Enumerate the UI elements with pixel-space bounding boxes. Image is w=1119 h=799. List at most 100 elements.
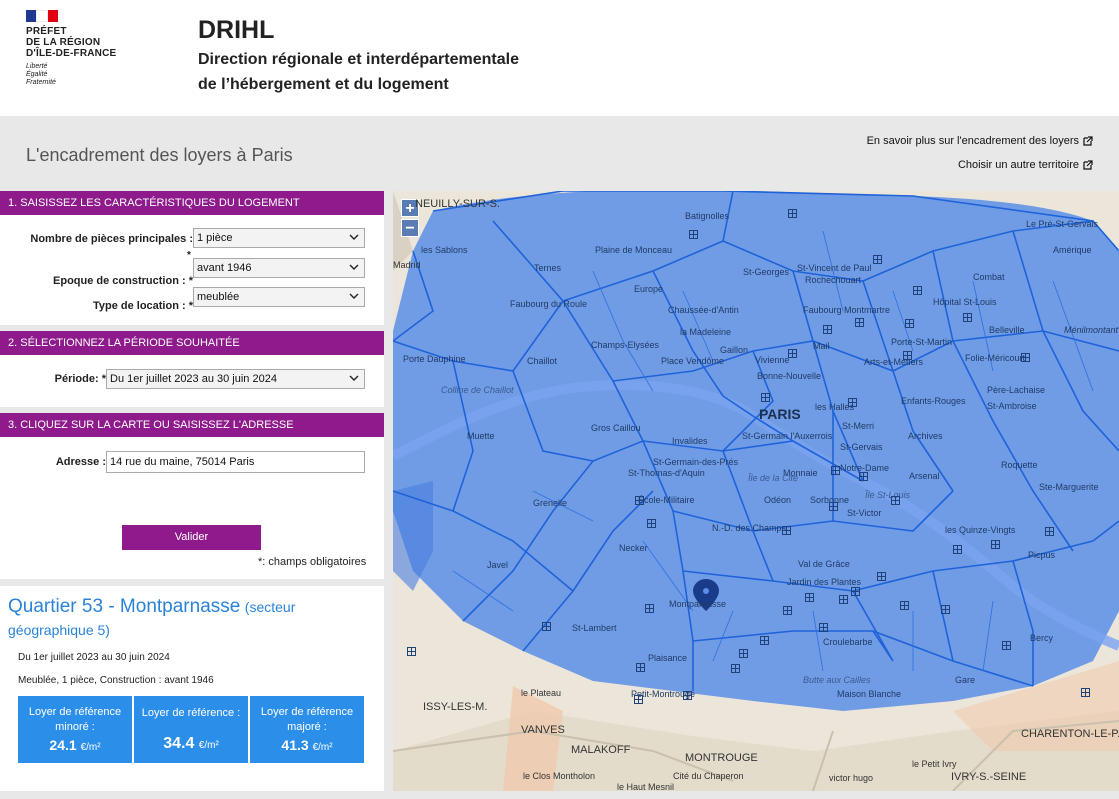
map-poi-icon [1045,527,1054,536]
map-label-madrid: Madrid [393,260,421,270]
map-poi-icon [1021,353,1030,362]
map-label-clos-montholon: le Clos Montholon [523,771,596,781]
map-label-menilmontant: Ménilmontant [1064,325,1119,335]
map-label-charenton: CHARENTON-LE-P. [1021,728,1119,740]
map-label-hopital-st-louis: Hôpital St-Louis [933,297,997,307]
map-poi-icon [634,695,643,704]
map-label-butte-cailles: Butte aux Cailles [803,675,871,685]
external-link-icon [1083,160,1093,170]
map-label-petit-ivry: le Petit Ivry [912,759,957,769]
learn-more-link[interactable]: En savoir plus sur l'encadrement des loy… [867,135,1093,147]
rental-type-select[interactable]: meublée [193,287,365,307]
map-label-plaisance: Plaisance [648,653,688,663]
map-label-batignolles: Batignolles [685,211,730,221]
map-poi-icon [761,393,770,402]
rent-unit: €/m² [198,740,219,751]
french-flag-icon [26,10,58,22]
map-poi-icon [782,526,791,535]
motto-liberte: Liberté [26,63,48,70]
map-label-madeleine: la Madeleine [680,327,732,337]
rent-ref-value: 34.4 [163,735,195,752]
map-poi-icon [991,540,1000,549]
map-label-jardin-plantes: Jardin des Plantes [787,577,862,587]
logo-motto: Liberté Égalité Fraternité [26,63,146,87]
map-label-ivry: IVRY-S.-SEINE [951,771,1027,783]
address-input[interactable]: 14 rue du maine, 75014 Paris [106,451,365,473]
map-label-plaine-monceau: Plaine de Monceau [595,245,673,255]
rent-card-value: 24.1 €/m² [18,737,132,753]
map-label-montparnasse: Montparnasse [669,599,727,609]
map-poi-icon [739,649,748,658]
prefet-logo[interactable]: PRÉFET DE LA RÉGION D'ÎLE-DE-FRANCE Libe… [26,10,146,87]
rent-min-value: 24.1 [49,737,77,753]
rooms-value: 1 pièce [197,232,233,244]
map-poi-icon [877,572,886,581]
map-label-rochechouart: Rochechouart [805,275,862,285]
map-poi-icon [783,606,792,615]
map-label-st-merri: St-Merri [842,421,874,431]
map-label-amerique: Amérique [1053,245,1092,255]
map-label-place-vendome: Place Vendôme [661,356,725,366]
rent-card-min: Loyer de référence minoré : 24.1 €/m² [18,696,132,763]
map-label-folie-mericourt: Folie-Méricourt [965,353,1026,363]
map-poi-icon [859,472,868,481]
period-label-text: Période: [54,373,99,385]
epoch-value: avant 1946 [197,262,252,274]
map-label-st-vincent: St-Vincent de Paul [797,263,872,273]
map-poi-icon [689,230,698,239]
map-label-nd-champs: N.-D. des Champs [712,523,787,533]
other-territory-link[interactable]: Choisir un autre territoire [958,159,1093,171]
map-poi-icon [635,496,644,505]
map-poi-icon [407,647,416,656]
map-label-champs-elysees: Champs-Elysées [591,340,660,350]
map-label-arts-metiers: Arts-et-Métiers [864,357,924,367]
rent-card-label: Loyer de référence minoré : [28,706,122,733]
map-poi-icon [829,502,838,511]
map-label-vivienne: Vivienne [755,355,790,365]
map-label-ste-marguerite: Ste-Marguerite [1039,482,1099,492]
zoom-out-button[interactable]: − [401,219,419,237]
map-poi-icon [647,519,656,528]
motto-egalite: Égalité [26,71,48,78]
rooms-select[interactable]: 1 pièce [193,228,365,248]
required-mark: * [187,250,191,261]
quartier-name: Quartier 53 - Montparnasse [8,596,241,617]
map-label-chaussee-antin: Chaussée-d'Antin [668,305,739,315]
map-label-paris: PARIS [759,406,801,422]
rent-max-value: 41.3 [281,737,309,753]
period-select[interactable]: Du 1er juillet 2023 au 30 juin 2024 [106,369,365,389]
map-label-bercy: Bercy [1030,633,1054,643]
rent-map[interactable]: + − PARIS NEUILLY-SUR-S. Batignolles Le … [393,191,1119,791]
map-poi-icon [731,664,740,673]
rent-unit: €/m² [80,742,101,753]
map-label-st-georges: St-Georges [743,267,790,277]
map-poi-icon [905,319,914,328]
map-poi-icon [542,622,551,631]
map-canvas[interactable] [393,191,1119,791]
rent-unit: €/m² [312,742,333,753]
map-poi-icon [1002,641,1011,650]
map-label-odeon: Odéon [764,495,792,505]
map-label-colline-chaillot: Colline de Chaillot [441,385,514,395]
map-label-haut-mesnil: le Haut Mesnil [617,782,675,791]
map-label-bonne-nouvelle: Bonne-Nouvelle [757,371,822,381]
other-territory-label: Choisir un autre territoire [957,159,1079,171]
map-label-grenelle: Grenelle [533,498,568,508]
result-description: Meublée, 1 pièce, Construction : avant 1… [18,675,214,686]
map-poi-icon [760,636,769,645]
map-label-europe: Europe [634,284,664,294]
map-label-ecole-militaire: École-Militaire [638,495,695,505]
map-label-plateau: le Plateau [521,688,562,698]
map-label-gaillon: Gaillon [720,345,749,355]
validate-button[interactable]: Valider [122,525,261,550]
epoch-select[interactable]: avant 1946 [193,258,365,278]
chevron-down-icon [349,264,359,270]
map-label-victor-hugo: victor hugo [829,773,874,783]
address-section: 3. CLIQUEZ SUR LA CARTE OU SAISISSEZ L'A… [0,413,384,579]
map-label-faubourg-roule: Faubourg du Roule [510,299,588,309]
brand-subtitle-2: de l’hébergement et du logement [198,76,449,93]
result-period: Du 1er juillet 2023 au 30 juin 2024 [18,652,170,663]
map-label-val-grace: Val de Grâce [798,559,850,569]
chevron-down-icon [349,293,359,299]
map-poi-icon [848,398,857,407]
